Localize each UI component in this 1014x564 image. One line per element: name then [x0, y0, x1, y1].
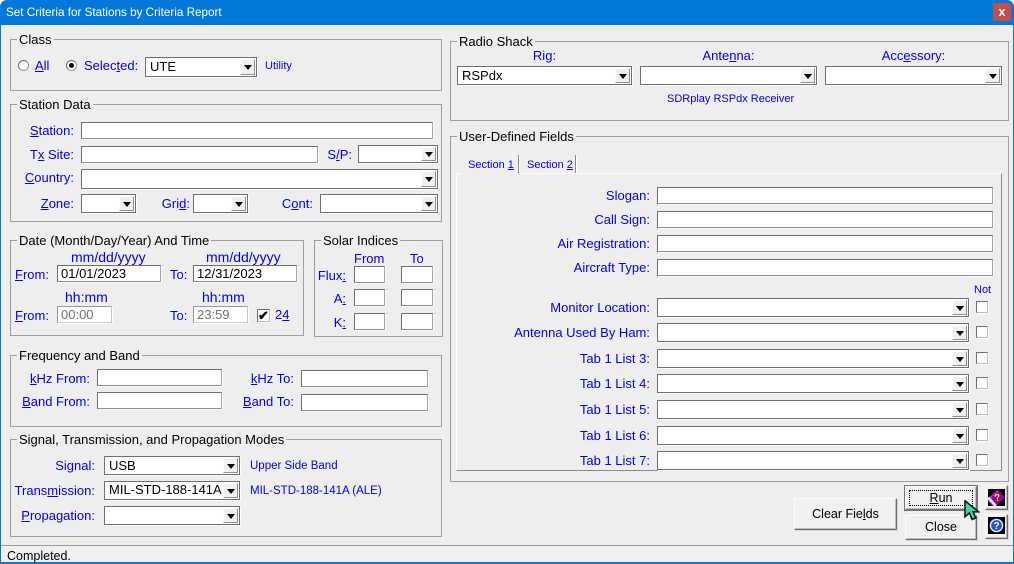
svg-text:?: ? [993, 521, 999, 532]
